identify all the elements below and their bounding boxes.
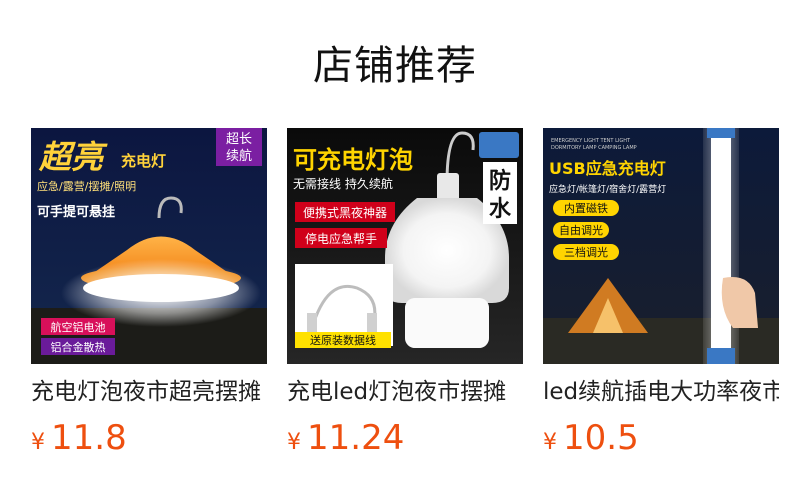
svg-text:无需接线 持久续航: 无需接线 持久续航 [293,176,393,191]
product-image[interactable]: 超亮 充电灯 超长 续航 应急/露营/摆摊/照明 可手提可悬挂 航空铝电池 铝合… [31,128,267,364]
currency-symbol: ¥ [543,430,557,455]
svg-text:应急灯/帐篷灯/宿舍灯/露营灯: 应急灯/帐篷灯/宿舍灯/露营灯 [549,183,666,195]
svg-text:内置磁铁: 内置磁铁 [564,201,608,215]
svg-text:停电应急帮手: 停电应急帮手 [305,231,377,246]
svg-text:充电灯: 充电灯 [121,152,166,170]
headline-text: USB应急充电灯 [549,159,666,178]
currency-symbol: ¥ [31,430,45,455]
svg-text:航空铝电池: 航空铝电池 [51,320,106,334]
product-card[interactable]: EMERGENCY LIGHT TENT LIGHT DORMITORY LAM… [543,128,779,464]
product-price: ¥11.24 [287,418,523,464]
product-price: ¥10.5 [543,418,779,464]
product-image[interactable]: 防 水 可充电灯泡 无需接线 持久续航 便携式黑夜神器 停电应急帮手 送原装数据… [287,128,523,364]
svg-text:可手提可悬挂: 可手提可悬挂 [37,204,115,220]
product-name[interactable]: 充电led灯泡夜市摆摊 [287,376,523,408]
headline-text: 可充电灯泡 [293,146,413,174]
price-value: 10.5 [563,418,639,458]
svg-text:便携式黑夜神器: 便携式黑夜神器 [303,205,387,220]
product-name[interactable]: 充电灯泡夜市超亮摆摊 [31,376,267,408]
product-card[interactable]: 防 水 可充电灯泡 无需接线 持久续航 便携式黑夜神器 停电应急帮手 送原装数据… [287,128,523,464]
product-card[interactable]: 超亮 充电灯 超长 续航 应急/露营/摆摊/照明 可手提可悬挂 航空铝电池 铝合… [31,128,267,464]
svg-text:送原装数据线: 送原装数据线 [310,333,376,347]
svg-text:超长: 超长 [226,132,252,147]
price-value: 11.24 [307,418,405,458]
svg-text:续航: 续航 [226,148,252,164]
product-name[interactable]: led续航插电大功率夜市 [543,376,779,408]
svg-text:水: 水 [489,197,512,222]
svg-text:应急/露营/摆摊/照明: 应急/露营/摆摊/照明 [37,179,136,193]
product-price: ¥11.8 [31,418,267,464]
svg-text:自由调光: 自由调光 [559,223,603,237]
section-title: 店铺推荐 [313,43,477,89]
svg-text:防: 防 [489,169,511,194]
currency-symbol: ¥ [287,430,301,455]
product-image[interactable]: EMERGENCY LIGHT TENT LIGHT DORMITORY LAM… [543,128,779,364]
svg-text:三档调光: 三档调光 [564,245,608,259]
headline-text: 超亮 [38,138,108,176]
svg-text:DORMITORY LAMP CAMPING LAMP: DORMITORY LAMP CAMPING LAMP [551,145,637,151]
svg-text:铝合金散热: 铝合金散热 [51,340,106,354]
price-value: 11.8 [51,418,127,458]
svg-text:EMERGENCY LIGHT TENT LIGHT: EMERGENCY LIGHT TENT LIGHT [551,138,631,144]
